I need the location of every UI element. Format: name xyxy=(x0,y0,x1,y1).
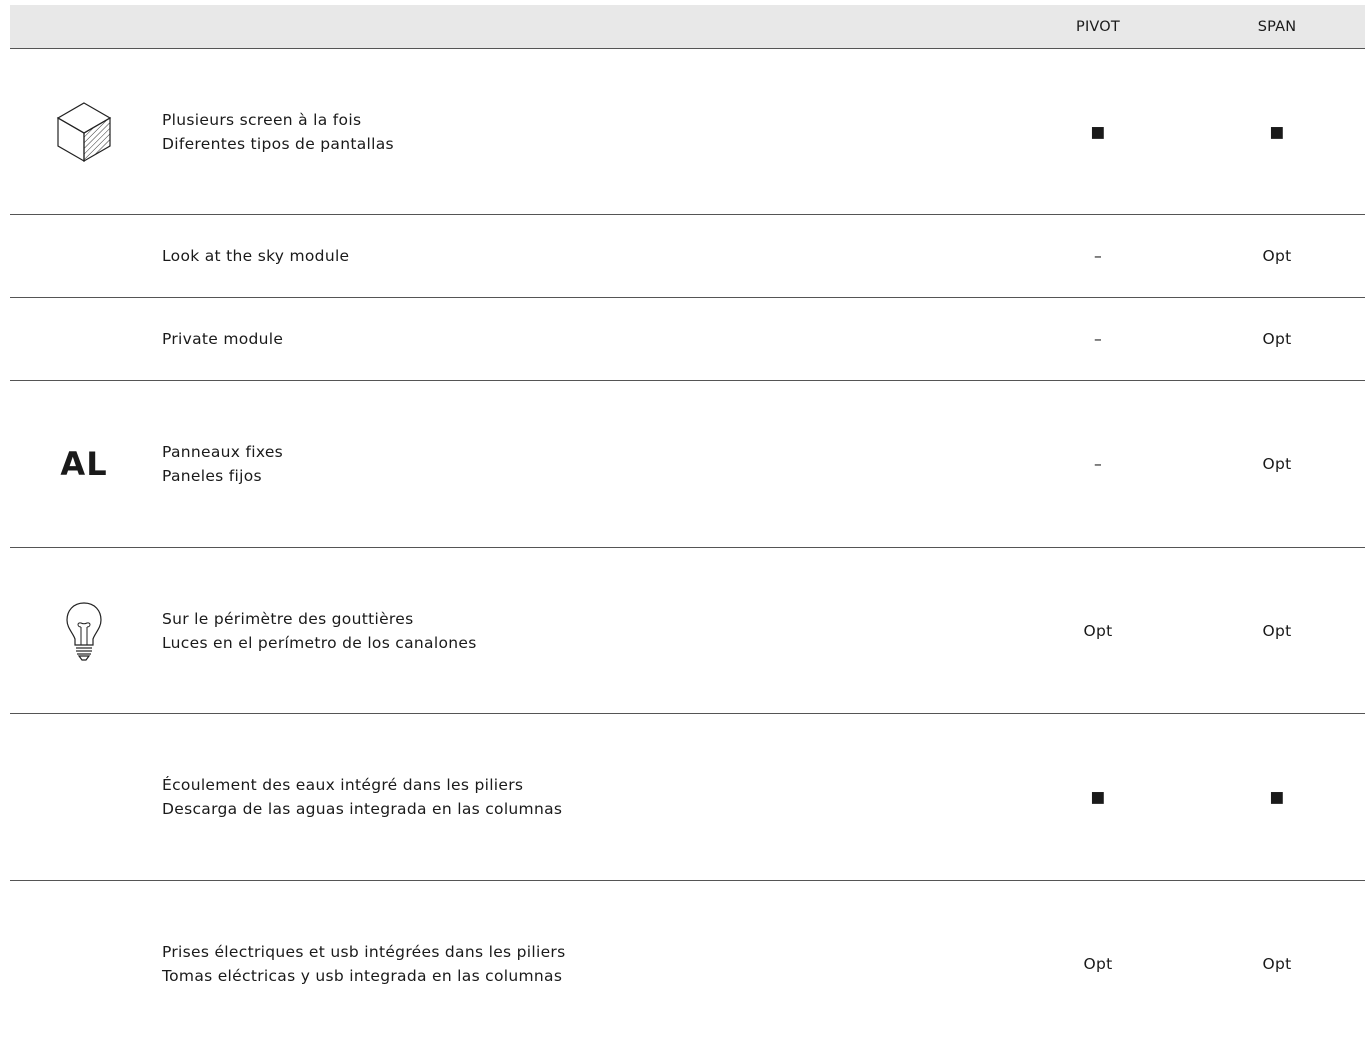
pivot-value: ■ xyxy=(1090,788,1106,806)
pivot-value: ■ xyxy=(1090,122,1106,141)
column-header-pivot: PIVOT xyxy=(1076,19,1120,35)
table-row: Écoulement des eaux intégré dans les pil… xyxy=(10,714,1365,881)
feature-label: Prises électriques et usb intégrées dans… xyxy=(162,943,566,985)
table-row: Prises électriques et usb intégrées dans… xyxy=(10,881,1365,1051)
span-value: Opt xyxy=(1262,621,1292,640)
feature-label: Private module xyxy=(162,330,284,348)
span-value: Opt xyxy=(1262,330,1292,348)
feature-label: Panneaux fixes Paneles fijos xyxy=(162,443,284,485)
cube-icon xyxy=(52,100,116,164)
table-row: Sur le périmètre des gouttières Luces en … xyxy=(10,548,1365,714)
feature-label: Plusieurs screen à la fois Diferentes tip… xyxy=(162,110,394,153)
lightbulb-icon xyxy=(52,599,116,663)
table-row: Plusieurs screen à la fois Diferentes tip… xyxy=(10,49,1365,215)
pivot-value: Opt xyxy=(1083,955,1113,973)
span-value: ■ xyxy=(1269,122,1285,141)
pivot-value: – xyxy=(1093,247,1103,265)
feature-label: Écoulement des eaux intégré dans les pil… xyxy=(162,776,563,818)
span-value: Opt xyxy=(1262,455,1292,473)
pivot-value: – xyxy=(1093,455,1103,473)
span-value: Opt xyxy=(1262,247,1292,265)
pivot-value: – xyxy=(1093,330,1103,348)
pivot-value: Opt xyxy=(1083,621,1113,640)
table-row: Look at the sky module – Opt xyxy=(10,215,1365,298)
span-value: ■ xyxy=(1269,788,1285,806)
feature-label: Sur le périmètre des gouttières Luces en … xyxy=(162,609,477,652)
table-row: AL Panneaux fixes Paneles fijos – Opt xyxy=(10,381,1365,548)
table-row: Private module – Opt xyxy=(10,298,1365,381)
column-header-span: SPAN xyxy=(1257,19,1297,35)
span-value: Opt xyxy=(1262,955,1292,973)
table-header: PIVOT SPAN xyxy=(10,5,1365,49)
al-logo: AL xyxy=(60,445,108,483)
feature-label: Look at the sky module xyxy=(162,247,350,265)
